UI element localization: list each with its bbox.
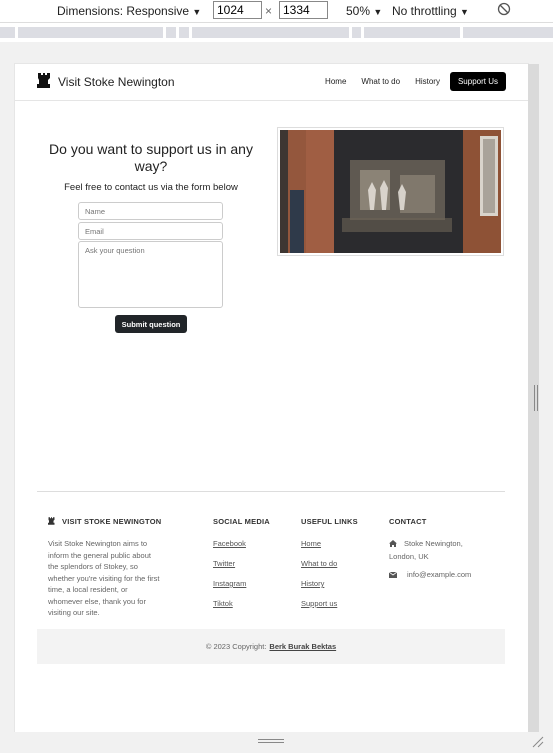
rook-icon	[48, 517, 55, 527]
footer-link-tiktok[interactable]: Tiktok	[213, 599, 233, 608]
footer-link-support-us[interactable]: Support us	[301, 599, 337, 608]
dimensions-dropdown[interactable]: Dimensions: Responsive ▼	[57, 4, 201, 18]
width-input[interactable]	[213, 1, 262, 19]
nav-links: Home What to do History Support Us	[310, 72, 506, 91]
copyright-text: © 2023 Copyright:	[205, 642, 267, 651]
ruler-segment[interactable]	[364, 27, 460, 38]
home-icon	[389, 539, 397, 551]
form-subheading: Feel free to contact us via the form bel…	[64, 182, 238, 193]
brand-name: Visit Stoke Newington	[58, 75, 175, 89]
footer-about-heading: VISIT STOKE NEWINGTON	[48, 517, 161, 527]
chevron-down-icon: ▼	[373, 7, 383, 17]
device-toolbar: Dimensions: Responsive ▼ × 50% ▼ No thro…	[0, 0, 553, 23]
footer-divider	[37, 491, 505, 492]
ruler-segment[interactable]	[18, 27, 163, 38]
footer-address: Stoke Newington, London, UK	[389, 539, 463, 561]
footer-email: info@example.com	[388, 569, 499, 582]
name-input[interactable]	[78, 202, 223, 220]
zoom-dropdown[interactable]: 50% ▼	[346, 4, 382, 18]
chevron-down-icon: ▼	[460, 7, 469, 17]
street-art-photo	[277, 127, 504, 256]
rook-icon	[37, 73, 51, 91]
times-separator: ×	[265, 4, 273, 18]
footer-social-heading: SOCIAL MEDIA	[213, 517, 270, 526]
footer-link-facebook[interactable]: Facebook	[213, 539, 246, 548]
throttling-dropdown[interactable]: No throttling ▼	[392, 4, 469, 18]
footer-useful-heading: USEFUL LINKS	[301, 517, 358, 526]
footer-link-history[interactable]: History	[301, 579, 324, 588]
copyright-author-link[interactable]: Berk Burak Bektas	[269, 642, 336, 651]
ruler-segment[interactable]	[166, 27, 176, 38]
footer-link-instagram[interactable]: Instagram	[213, 579, 246, 588]
question-textarea[interactable]	[78, 241, 223, 308]
navbar: Visit Stoke Newington Home What to do Hi…	[15, 64, 528, 101]
footer-link-what-to-do[interactable]: What to do	[301, 559, 337, 568]
footer-link-home[interactable]: Home	[301, 539, 321, 548]
emulated-viewport: Visit Stoke Newington Home What to do Hi…	[15, 64, 528, 732]
support-us-button[interactable]: Support Us	[449, 72, 506, 91]
copyright-bar: © 2023 Copyright: Berk Burak Bektas	[37, 629, 505, 664]
envelope-icon	[388, 570, 398, 582]
ruler-segment[interactable]	[463, 27, 553, 38]
street-art-image	[280, 130, 501, 253]
nav-history[interactable]: History	[415, 77, 440, 86]
resize-corner-icon[interactable]	[530, 734, 544, 748]
brand-link[interactable]: Visit Stoke Newington	[37, 73, 175, 91]
height-input[interactable]	[279, 1, 328, 19]
resize-handle-right[interactable]	[534, 385, 538, 411]
ruler-segment[interactable]	[0, 27, 15, 38]
rotate-disabled-icon[interactable]	[497, 2, 511, 19]
nav-what-to-do[interactable]: What to do	[361, 77, 400, 86]
chevron-down-icon: ▼	[192, 7, 202, 17]
page-title: Do you want to support us in any way?	[49, 141, 253, 174]
resize-handle-bottom[interactable]	[258, 739, 284, 743]
submit-question-button[interactable]: Submit question	[115, 315, 187, 333]
ruler-segment[interactable]	[179, 27, 189, 38]
ruler-segment[interactable]	[192, 27, 349, 38]
email-input[interactable]	[78, 222, 223, 240]
footer-contact-heading: CONTACT	[389, 517, 427, 526]
nav-home[interactable]: Home	[325, 77, 346, 86]
media-query-ruler[interactable]	[0, 23, 553, 42]
ruler-segment[interactable]	[352, 27, 361, 38]
footer-about-text: Visit Stoke Newington aims to inform the…	[48, 539, 160, 617]
footer-link-twitter[interactable]: Twitter	[213, 559, 235, 568]
